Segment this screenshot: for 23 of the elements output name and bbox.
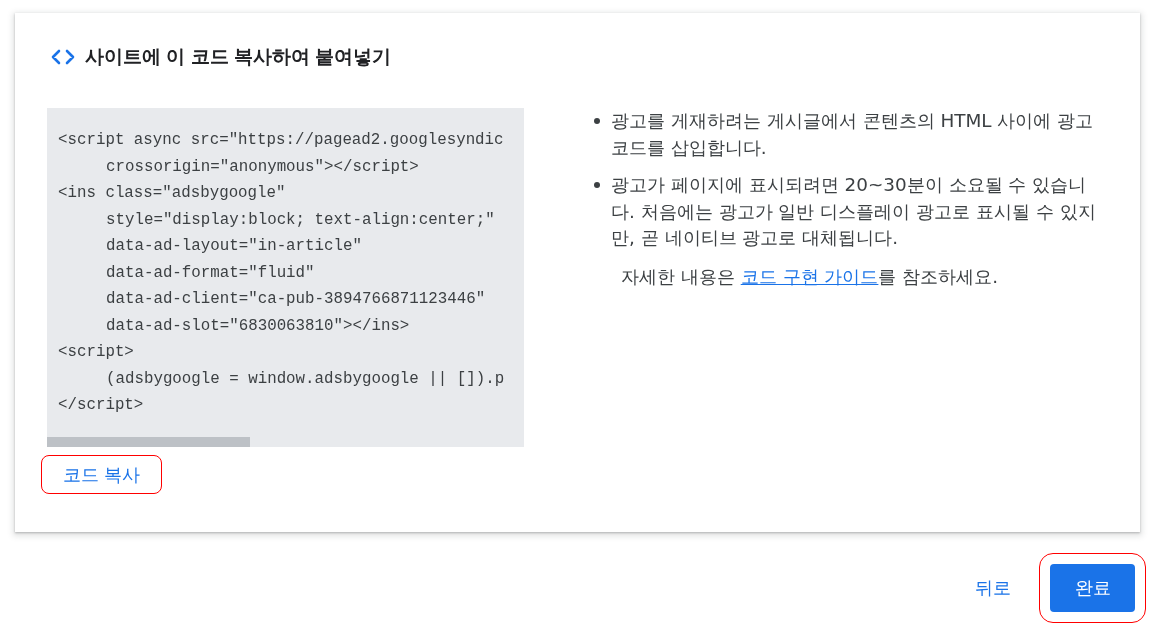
note-text: 광고가 페이지에 표시되려면 20~30분이 소요될 수 있습니다. 처음에는 광고가 일반 디스플레이 광고로 표시될 수 있지만, 곧 네이티브 광고로 대체됩니다.	[611, 173, 1097, 250]
code-line: data-ad-format="fluid"	[105, 262, 315, 284]
code-line: <script async src="https://pagead2.googlesyndic	[58, 130, 504, 151]
code-line: data-ad-layout="in-article"	[105, 236, 362, 257]
note-text: 광고를 게재하려는 게시글에서 콘텐츠의 HTML 사이에 광고 코드를 삽입합니다.	[611, 109, 1095, 160]
dialog-title: 사이트에 이 코드 복사하여 붙여넣기	[85, 45, 392, 69]
code-line: style="display:block; text-align:center;"	[105, 209, 495, 231]
code-line: data-ad-slot="6830063810"></ins>	[105, 315, 410, 337]
back-button[interactable]: 뒤로	[963, 568, 1023, 608]
bullet-icon	[594, 118, 600, 124]
done-button[interactable]: 완료	[1050, 564, 1135, 612]
code-line: data-ad-client="ca-pub-3894766871123446"	[105, 289, 486, 310]
scrollbar[interactable]	[47, 437, 250, 447]
code-line: <ins class="adsbygoogle"	[58, 183, 286, 204]
guide-link[interactable]: 코드 구현 가이드	[740, 265, 879, 287]
code-line: </script>	[58, 395, 144, 416]
bullet-icon	[594, 182, 600, 188]
code-line: (adsbygoogle = window.adsbygoogle || []).p	[105, 368, 505, 390]
code-line: <script>	[58, 342, 134, 363]
code-icon	[50, 49, 76, 65]
copy-code-button[interactable]: 코드 복사	[43, 457, 160, 492]
more-info-text: 자세한 내용은 코드 구현 가이드를 참조하세요.	[620, 264, 1000, 289]
code-line: crossorigin="anonymous"></script>	[105, 156, 419, 178]
